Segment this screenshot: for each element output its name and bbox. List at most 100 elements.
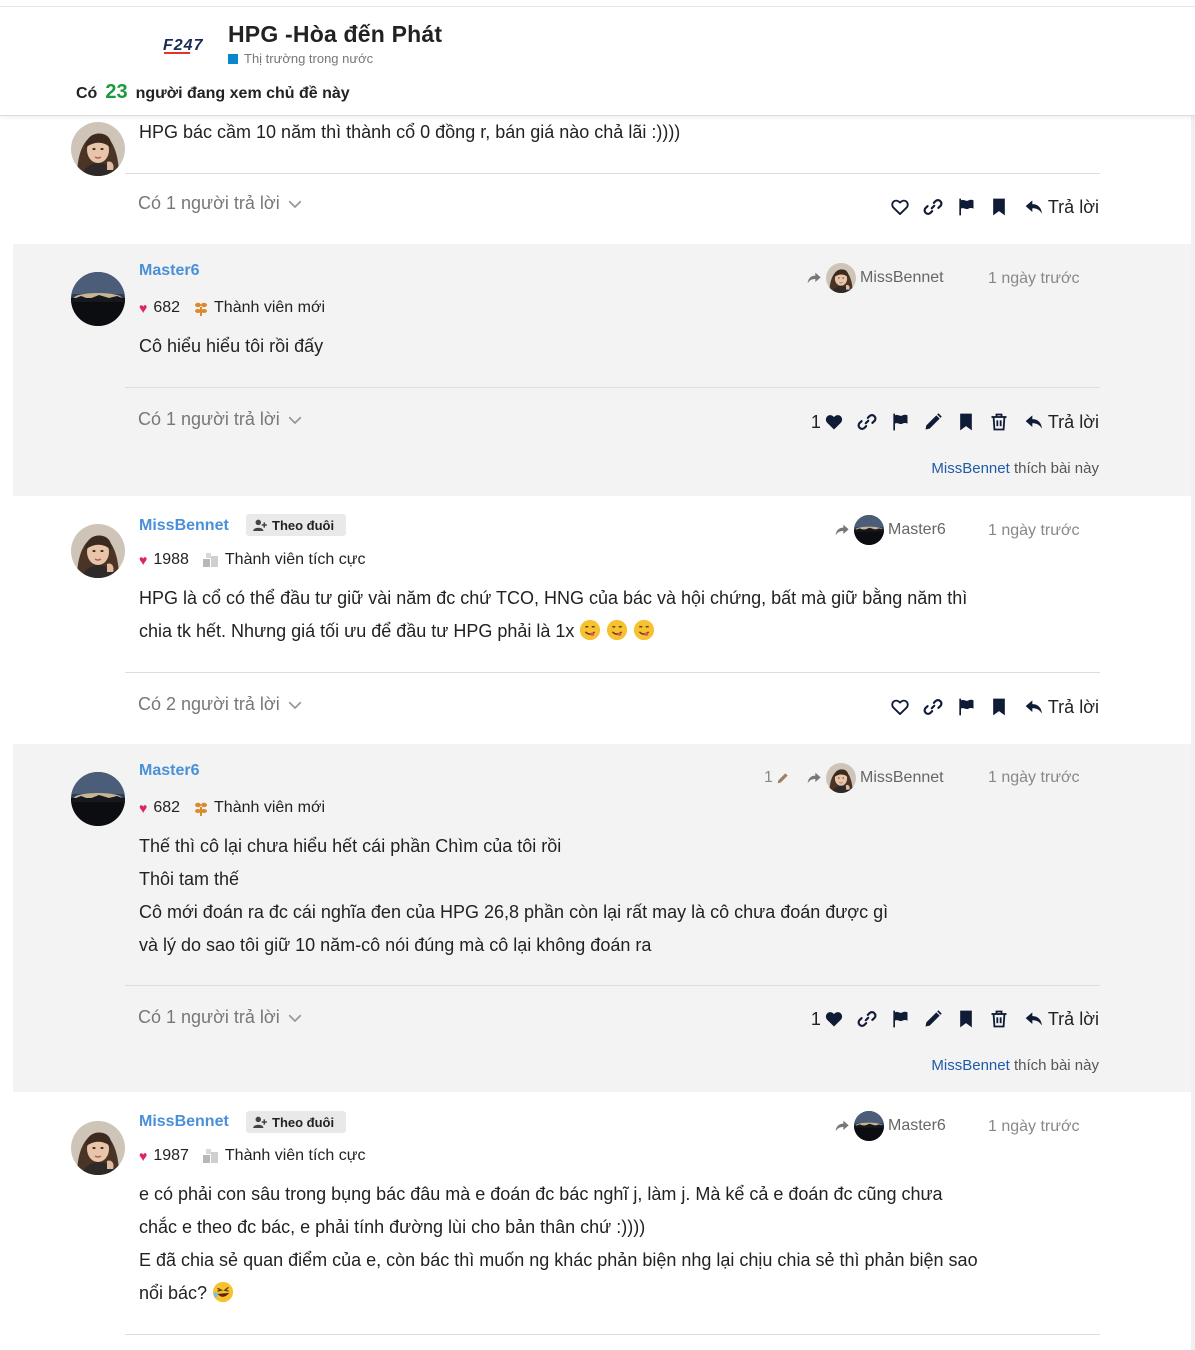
liked-by-user[interactable]: MissBennet (931, 1057, 1009, 1074)
bookmark-icon[interactable] (956, 412, 976, 432)
svg-text:F247: F247 (163, 37, 204, 54)
like-count[interactable]: 1 (811, 412, 821, 433)
reply-to[interactable]: MissBennet (806, 763, 944, 793)
link-icon[interactable] (857, 1009, 877, 1029)
f247-logo[interactable]: F247 (163, 35, 219, 55)
edit-pencil-icon (777, 773, 788, 784)
body-line: chắc e theo đc bác, e phải tính đường lù… (139, 1217, 646, 1237)
reply-button[interactable]: Trả lời (1024, 1009, 1099, 1030)
post-time[interactable]: 1 ngày trước (988, 270, 1079, 288)
heart-icon: ♥ (139, 800, 148, 816)
user-meta: ♥ 1988 Thành viên tích cực (139, 551, 365, 569)
reply-button[interactable]: Trả lời (1024, 412, 1099, 433)
link-icon[interactable] (923, 197, 943, 217)
post: HPG bác cầm 10 năm thì thành cổ 0 đồng r… (13, 116, 1191, 244)
reply-button[interactable]: Trả lời (1024, 197, 1099, 218)
replies-toggle[interactable]: Có 1 người trả lời (138, 193, 304, 214)
sprout-icon (195, 802, 208, 816)
bookmark-icon[interactable] (989, 197, 1009, 217)
liked-by: MissBennet thích bài này (931, 460, 1099, 477)
link-icon[interactable] (923, 697, 943, 717)
post-divider (125, 173, 1100, 174)
reply-to-avatar (826, 763, 856, 793)
category-badge[interactable]: Thị trường trong nước (228, 51, 373, 66)
heart-icon: ♥ (139, 1148, 148, 1164)
post-time[interactable]: 1 ngày trước (988, 1118, 1079, 1136)
liked-by-suffix: thích bài này (1013, 1057, 1099, 1074)
replies-toggle[interactable]: Có 1 người trả lời (138, 1007, 304, 1028)
yum-emoji-icon (633, 619, 655, 641)
like-count[interactable]: 1 (811, 1009, 821, 1030)
topic-title[interactable]: HPG -Hòa đến Phát (228, 21, 442, 48)
trash-icon[interactable] (989, 1009, 1009, 1029)
flag-icon[interactable] (956, 197, 976, 217)
follow-badge[interactable]: Theo đuôi (246, 1111, 346, 1133)
share-arrow-icon (834, 1118, 850, 1134)
pencil-icon[interactable] (923, 1009, 943, 1029)
avatar[interactable] (71, 122, 125, 176)
replies-label: Có 1 người trả lời (138, 409, 280, 429)
avatar[interactable] (71, 1121, 125, 1175)
replies-toggle[interactable]: Có 2 người trả lời (138, 694, 304, 715)
post-body: Thế thì cô lại chưa hiểu hết cái phần Ch… (139, 830, 1099, 962)
user-plus-icon (253, 1116, 267, 1128)
reply-button[interactable]: Trả lời (1024, 697, 1099, 718)
user-meta: ♥ 682 Thành viên mới (139, 299, 325, 317)
liked-by-user[interactable]: MissBennet (931, 460, 1009, 477)
like-icon[interactable] (890, 197, 910, 217)
like-icon[interactable] (890, 697, 910, 717)
username[interactable]: MissBennet (139, 517, 229, 535)
reply-to[interactable]: Master6 (834, 515, 946, 545)
reply-to-name: MissBennet (860, 769, 944, 786)
username[interactable]: Master6 (139, 262, 199, 280)
body-line: chia tk hết. Nhưng giá tối ưu để đầu tư … (139, 621, 575, 641)
follow-label: Theo đuôi (272, 517, 335, 533)
flag-icon[interactable] (956, 697, 976, 717)
body-line: và lý do sao tôi giữ 10 năm-cô nói đúng … (139, 935, 652, 955)
post-body: Cô hiểu hiểu tôi rồi đấy (139, 336, 324, 356)
reply-to[interactable]: Master6 (834, 1111, 946, 1141)
bookmark-icon[interactable] (989, 697, 1009, 717)
reply-icon (1024, 412, 1044, 432)
body-line: Cô mới đoán ra đc cái nghĩa đen của HPG … (139, 902, 889, 922)
scrollbar[interactable] (1191, 116, 1195, 1350)
user-rank: Thành viên tích cực (202, 551, 365, 569)
replies-label: Có 2 người trả lời (138, 694, 280, 714)
liked-heart-icon[interactable] (824, 412, 844, 432)
follow-badge[interactable]: Theo đuôi (246, 514, 346, 536)
link-icon[interactable] (857, 412, 877, 432)
user-rank: Thành viên mới (194, 799, 325, 817)
replies-toggle[interactable]: Có 1 người trả lời (138, 409, 304, 430)
post: Master6 MissBennet 1 ngày trước ♥ 682 Th… (13, 244, 1191, 496)
heart-icon: ♥ (139, 300, 148, 316)
user-meta: ♥ 1987 Thành viên tích cực (139, 1147, 365, 1165)
post-time[interactable]: 1 ngày trước (988, 522, 1079, 540)
reply-to[interactable]: MissBennet (806, 263, 944, 293)
reply-label: Trả lời (1047, 196, 1099, 217)
body-line: nổi bác? (139, 1283, 208, 1303)
username[interactable]: Master6 (139, 762, 199, 780)
yum-emoji-icon (606, 619, 628, 641)
avatar[interactable] (71, 272, 125, 326)
rofl-emoji-icon (212, 1281, 234, 1303)
post-divider (125, 387, 1100, 388)
post-body: HPG bác cầm 10 năm thì thành cổ 0 đồng r… (139, 122, 681, 142)
chevron-down-icon (286, 411, 304, 429)
trash-icon[interactable] (989, 412, 1009, 432)
topic-header: F247 HPG -Hòa đến Phát Thị trường trong … (0, 6, 1195, 116)
pencil-icon[interactable] (923, 412, 943, 432)
post-time[interactable]: 1 ngày trước (988, 769, 1079, 787)
flag-icon[interactable] (890, 1009, 910, 1029)
edit-history[interactable]: 1 (764, 769, 790, 787)
reply-to-avatar (826, 263, 856, 293)
chevron-down-icon (286, 195, 304, 213)
post-actions: 1 Trả lời (811, 409, 1099, 435)
edit-count: 1 (764, 769, 773, 786)
post: Master6 1 MissBennet 1 ngày trước ♥ 682 … (13, 744, 1191, 1092)
flag-icon[interactable] (890, 412, 910, 432)
avatar[interactable] (71, 772, 125, 826)
liked-heart-icon[interactable] (824, 1009, 844, 1029)
bookmark-icon[interactable] (956, 1009, 976, 1029)
username[interactable]: MissBennet (139, 1113, 229, 1131)
avatar[interactable] (71, 524, 125, 578)
